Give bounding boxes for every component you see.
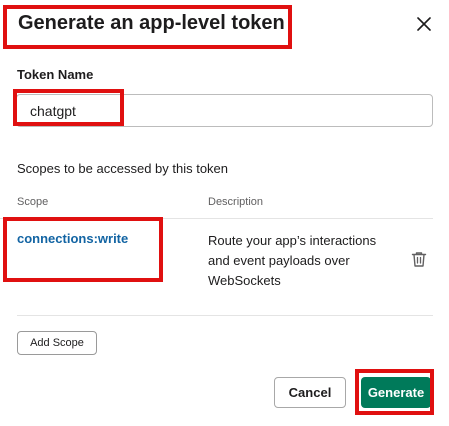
close-icon (417, 17, 431, 31)
token-name-input[interactable] (16, 94, 433, 127)
description-column-header: Description (208, 196, 264, 208)
token-name-label: Token Name (17, 67, 94, 82)
scope-description: Route your app’s interactions and event … (208, 233, 377, 288)
scope-name: connections:write (17, 231, 129, 246)
delete-scope-button[interactable] (410, 250, 428, 268)
generate-token-dialog: Generate an app-level token Token Name S… (0, 0, 449, 426)
add-scope-button[interactable]: Add Scope (17, 331, 97, 355)
trash-icon (411, 252, 427, 267)
dialog-title: Generate an app-level token (18, 12, 285, 34)
generate-button[interactable]: Generate (361, 377, 431, 408)
close-button[interactable] (414, 14, 434, 34)
table-divider-bottom (17, 315, 433, 316)
scope-column-header: Scope (17, 196, 49, 208)
scopes-heading: Scopes to be accessed by this token (17, 161, 229, 176)
table-row: connections:write Route your app’s inter… (0, 219, 433, 315)
cancel-button[interactable]: Cancel (274, 377, 346, 408)
